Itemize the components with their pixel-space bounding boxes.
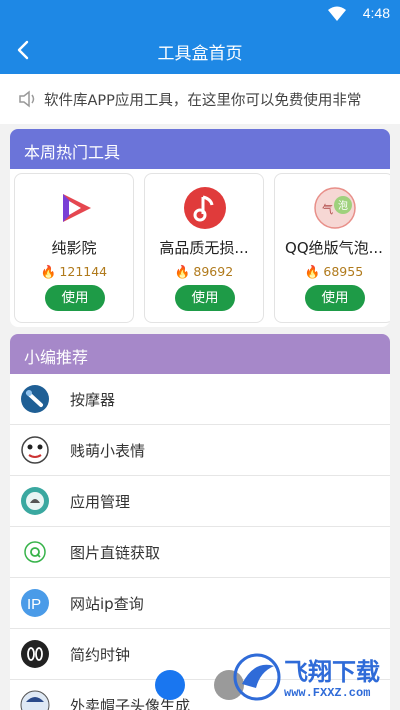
watermark-brand: 飞翔下载 — [284, 658, 380, 686]
hot-tools-panel: 本周热门工具 纯影院 🔥 121144 使用 高品质无损... 🔥 89692 使用 — [10, 129, 390, 327]
watermark-bird-icon — [233, 653, 281, 701]
play-triangle-icon — [63, 194, 91, 222]
watermark-url: www.FXXZ.com — [284, 686, 371, 700]
fire-icon: 🔥 — [174, 264, 191, 279]
svg-text:气: 气 — [322, 202, 333, 216]
fire-icon: 🔥 — [304, 264, 321, 279]
svg-text:泡: 泡 — [338, 199, 348, 212]
ip-icon: IP — [21, 589, 49, 617]
svg-text:IP: IP — [27, 596, 41, 613]
page-title: 工具盒首页 — [157, 44, 243, 64]
hot-card[interactable]: 高品质无损... 🔥 89692 使用 — [144, 173, 264, 323]
hot-tools-cards[interactable]: 纯影院 🔥 121144 使用 高品质无损... 🔥 89692 使用 气 泡 QQ… — [10, 173, 390, 323]
list-item-label: 图片直链获取 — [70, 544, 161, 562]
clock-icon — [21, 640, 49, 668]
wifi-icon — [328, 6, 346, 21]
list-item[interactable]: 贱萌小表情 — [10, 425, 390, 476]
watermark-logo: 飞翔下载 www.FXXZ.com — [232, 648, 400, 710]
recommend-title: 小编推荐 — [10, 334, 390, 374]
hot-card-count: 🔥 89692 — [174, 264, 234, 279]
hot-card-count: 🔥 121144 — [40, 264, 108, 279]
fire-icon: 🔥 — [40, 264, 57, 279]
list-item-label: 应用管理 — [70, 493, 131, 511]
list-item-label: 网站ip查询 — [70, 595, 144, 613]
massager-icon — [21, 385, 49, 413]
hot-card-name: 高品质无损... — [159, 239, 249, 257]
hot-tools-title: 本周热门工具 — [10, 129, 390, 169]
emoji-face-icon — [21, 436, 49, 464]
status-time: 4:48 — [362, 5, 390, 21]
app-bar: 工具盒首页 — [0, 28, 400, 74]
status-bar: 4:48 — [0, 0, 400, 28]
use-button[interactable]: 使用 — [45, 285, 105, 311]
list-item[interactable]: 应用管理 — [10, 476, 390, 527]
avatar-hat-icon — [20, 690, 50, 710]
bubble-icon: 气 泡 — [314, 187, 356, 229]
hot-card-count: 🔥 68955 — [304, 264, 364, 279]
list-item[interactable]: 按摩器 — [10, 374, 390, 425]
hot-card-name: QQ绝版气泡... — [285, 239, 383, 257]
android-icon — [21, 487, 49, 515]
list-item-label: 按摩器 — [70, 391, 116, 409]
notice-bar: 软件库APP应用工具，在这里你可以免费使用非常 — [0, 74, 400, 124]
floating-button[interactable] — [155, 670, 185, 700]
music-note-icon — [184, 187, 226, 229]
use-button[interactable]: 使用 — [175, 285, 235, 311]
link-icon — [24, 541, 46, 563]
hot-card[interactable]: 纯影院 🔥 121144 使用 — [14, 173, 134, 323]
list-item[interactable]: 图片直链获取 — [10, 527, 390, 578]
list-item[interactable]: IP 网站ip查询 — [10, 578, 390, 629]
list-item-label: 贱萌小表情 — [70, 442, 146, 460]
hot-card-name: 纯影院 — [51, 239, 97, 257]
hot-card[interactable]: 气 泡 QQ绝版气泡... 🔥 68955 使用 — [274, 173, 390, 323]
notice-text: 软件库APP应用工具，在这里你可以免费使用非常 — [44, 93, 362, 109]
speaker-icon — [19, 90, 35, 108]
use-button[interactable]: 使用 — [305, 285, 365, 311]
list-item-label: 简约时钟 — [70, 646, 131, 664]
